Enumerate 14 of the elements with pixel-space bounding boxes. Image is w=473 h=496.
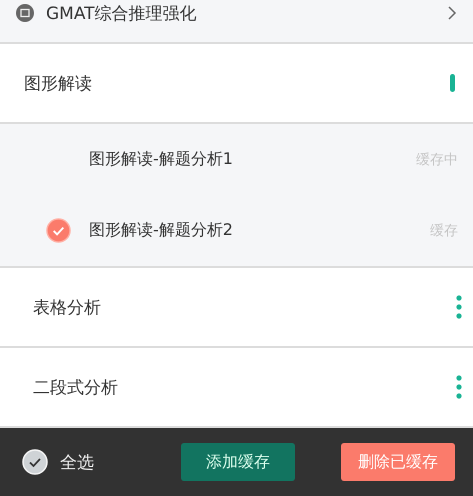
chapter-title: 表格分析 [33, 296, 102, 318]
lesson-title[interactable]: 图形解读-解题分析1 [89, 149, 416, 170]
lesson-title[interactable]: 图形解读-解题分析2 [89, 220, 430, 241]
select-all-checkbox[interactable] [22, 449, 48, 475]
add-cache-button[interactable]: 添加缓存 [181, 443, 295, 481]
checkbox[interactable] [46, 218, 71, 243]
chapter-title: 图形解读 [24, 72, 93, 94]
folder-icon [16, 4, 34, 22]
more-icon[interactable] [455, 294, 463, 320]
chapter-title: 二段式分析 [33, 376, 119, 398]
course-title: GMAT综合推理强化 [46, 2, 198, 24]
chevron-right-icon[interactable] [447, 5, 457, 21]
more-icon[interactable] [455, 374, 463, 400]
select-all-label: 全选 [60, 452, 94, 474]
